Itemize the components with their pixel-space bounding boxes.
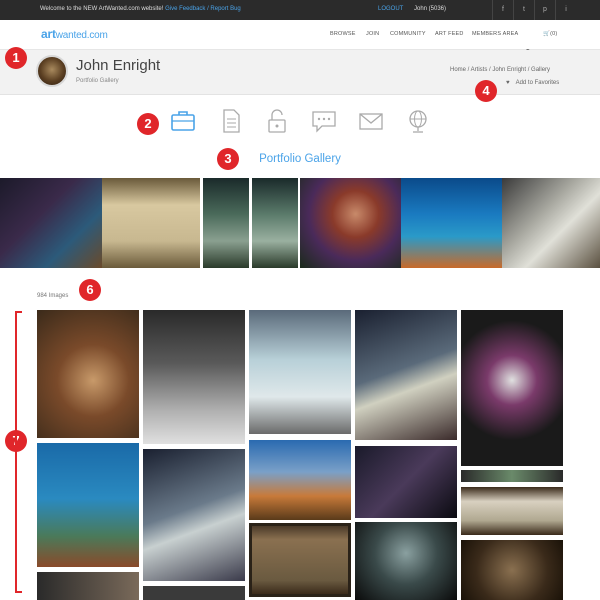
welcome-text: Welcome to the NEW ArtWanted.com website… [40,6,241,12]
breadcrumb[interactable]: Home / Artists / John Enright / Gallery [450,67,550,73]
twitter-icon[interactable]: t [513,0,534,20]
portfolio-icon[interactable] [170,108,196,134]
gallery-item[interactable] [249,310,351,434]
gallery-item[interactable] [143,586,245,600]
mail-icon[interactable] [358,108,384,134]
pinterest-icon[interactable]: p [534,0,555,20]
facebook-icon[interactable]: f [492,0,513,20]
instagram-icon[interactable]: i [555,0,576,20]
gallery-item[interactable] [37,572,139,600]
featured-banner[interactable] [0,178,600,268]
lock-icon[interactable] [264,108,290,134]
gallery-item[interactable] [461,540,563,600]
nav-art-feed[interactable]: ART FEED [435,31,464,37]
profile-subtitle: Portfolio Gallery [76,78,119,84]
banner-artwork[interactable] [0,178,102,268]
feedback-link[interactable]: Give Feedback / Report Bug [165,6,241,12]
nav-join[interactable]: JOIN [366,31,379,37]
gallery-title: Portfolio Gallery [259,153,341,165]
site-logo[interactable]: artwanted.com [41,27,108,41]
document-icon[interactable] [218,108,244,134]
marker-4: 4 [475,80,497,102]
nav-members-area[interactable]: MEMBERS AREA [472,31,518,37]
nav-browse[interactable]: BROWSE [330,31,356,37]
gallery-item[interactable] [461,310,563,466]
banner-artwork[interactable] [300,178,401,268]
gallery-item[interactable] [37,310,139,438]
gallery-item[interactable] [249,523,351,597]
marker-6: 6 [79,279,101,301]
marker-1: 1 [5,47,27,69]
cart-button[interactable]: 🛒(0) [543,31,557,37]
banner-artwork[interactable] [401,178,502,268]
top-bar: Welcome to the NEW ArtWanted.com website… [0,0,600,20]
marker-2: 2 [137,113,159,135]
globe-icon[interactable] [405,108,431,134]
cart-icon: 🛒 [543,31,551,37]
gallery-item[interactable] [143,310,245,444]
gallery-item[interactable] [461,470,563,482]
avatar[interactable] [36,55,68,87]
logout-link[interactable]: LOGOUT [378,6,403,12]
gallery-item[interactable] [249,440,351,520]
gallery-item[interactable] [355,446,457,518]
artist-name: John Enright [76,57,161,74]
user-account[interactable]: John (5036) [414,6,446,12]
banner-artwork[interactable] [252,178,298,268]
image-count: 984 Images [37,293,69,299]
add-to-favorites-button[interactable]: ♥ Add to Favorites [506,80,559,86]
gallery-item[interactable] [37,443,139,567]
main-nav: artwanted.com BROWSE JOIN COMMUNITY ART … [0,20,600,56]
gallery-item[interactable] [461,487,563,535]
gallery-item[interactable] [355,310,457,440]
nav-community[interactable]: COMMUNITY [390,31,426,37]
banner-artwork[interactable] [203,178,249,268]
gallery-item[interactable] [355,522,457,600]
gallery-item[interactable] [143,449,245,581]
banner-artwork[interactable] [102,178,200,268]
profile-header: John Enright Portfolio Gallery Home / Ar… [0,50,600,95]
heart-icon: ♥ [506,80,510,86]
chat-icon[interactable] [311,108,337,134]
gallery-bracket [15,311,22,593]
banner-artwork[interactable] [502,178,600,268]
